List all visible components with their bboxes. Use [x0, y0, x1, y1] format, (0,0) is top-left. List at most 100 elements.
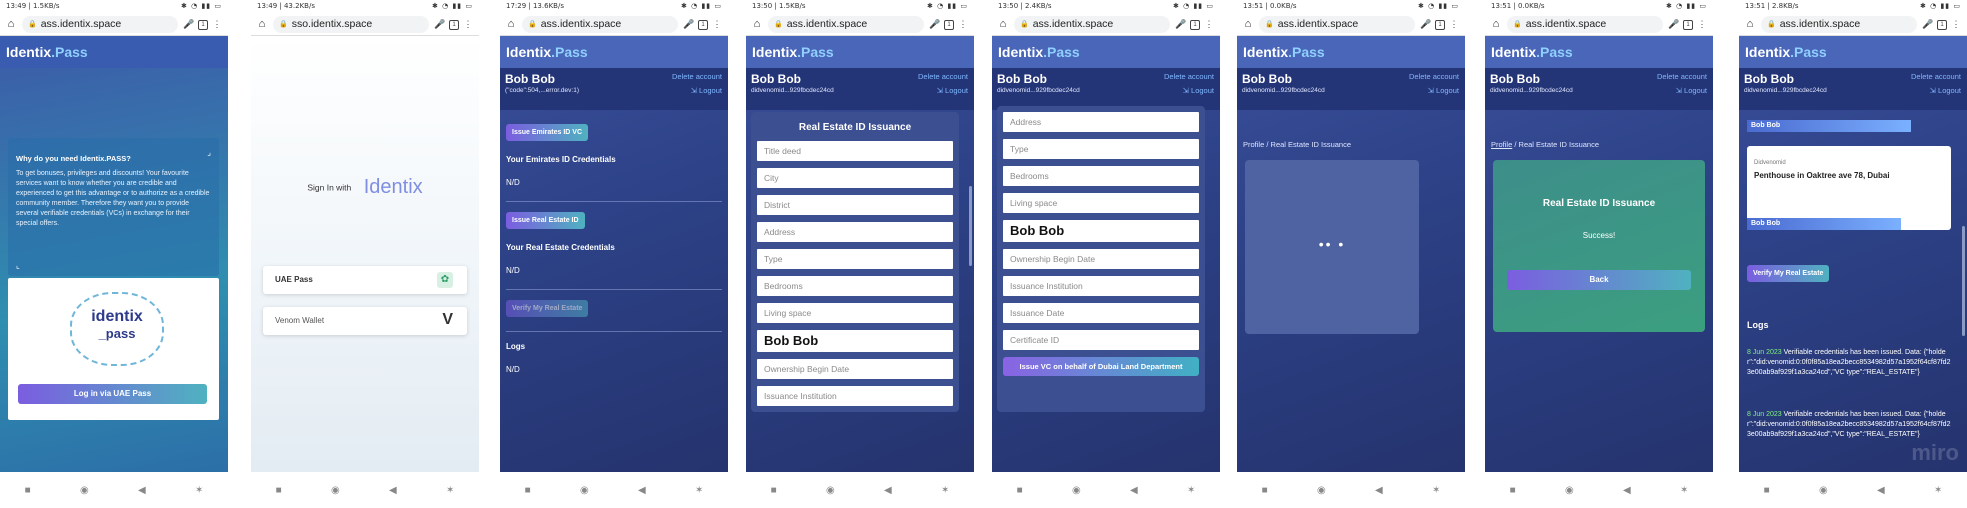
home-icon[interactable]: ⌂: [750, 18, 764, 30]
delete-account-link[interactable]: Delete account: [672, 72, 722, 81]
delete-account-link[interactable]: Delete account: [1164, 72, 1214, 81]
issuance-institution-field[interactable]: Issuance Institution: [1003, 276, 1199, 296]
accessibility-icon[interactable]: ✶: [1680, 485, 1688, 496]
issue-emirates-button[interactable]: Issue Emirates ID VC: [506, 124, 589, 141]
recents-icon[interactable]: ■: [25, 485, 31, 496]
home-icon[interactable]: ⌂: [1743, 18, 1757, 30]
issuance-institution-field[interactable]: Issuance Institution: [757, 386, 953, 406]
tabs-icon[interactable]: 1: [1935, 18, 1949, 30]
ownership-date-field[interactable]: Ownership Begin Date: [1003, 249, 1199, 269]
url-field[interactable]: 🔒 ass.identix.space: [1259, 15, 1415, 33]
back-icon[interactable]: ◀: [1877, 485, 1885, 496]
recents-icon[interactable]: ■: [1017, 485, 1023, 496]
home-nav-icon[interactable]: ◉: [1317, 485, 1326, 496]
home-nav-icon[interactable]: ◉: [331, 485, 340, 496]
breadcrumb-profile[interactable]: Profile: [1243, 140, 1264, 149]
bedrooms-field[interactable]: Bedrooms: [1003, 166, 1199, 186]
home-icon[interactable]: ⌂: [4, 18, 18, 30]
accessibility-icon[interactable]: ✶: [941, 485, 949, 496]
tabs-icon[interactable]: 1: [196, 18, 210, 30]
menu-icon[interactable]: ⋮: [210, 19, 224, 30]
tabs-icon[interactable]: 1: [942, 18, 956, 30]
menu-icon[interactable]: ⋮: [1447, 19, 1461, 30]
scrollbar[interactable]: [1962, 226, 1965, 336]
back-icon[interactable]: ◀: [1130, 485, 1138, 496]
menu-icon[interactable]: ⋮: [710, 19, 724, 30]
back-icon[interactable]: ◀: [1375, 485, 1383, 496]
breadcrumb-profile[interactable]: Profile: [1491, 140, 1512, 149]
title-deed-field[interactable]: Title deed: [757, 141, 953, 161]
back-icon[interactable]: ◀: [638, 485, 646, 496]
credential-card[interactable]: Didvenomid Penthouse in Oaktree ave 78, …: [1747, 146, 1951, 230]
tabs-icon[interactable]: 1: [696, 18, 710, 30]
menu-icon[interactable]: ⋮: [1949, 19, 1963, 30]
delete-account-link[interactable]: Delete account: [1911, 72, 1961, 81]
mic-icon[interactable]: 🎤: [682, 19, 696, 30]
url-field[interactable]: 🔒 ass.identix.space: [1761, 15, 1917, 33]
logout-link[interactable]: ⇲ Logout: [1183, 86, 1214, 95]
address-field[interactable]: Address: [1003, 112, 1199, 132]
issue-vc-button[interactable]: Issue VC on behalf of Dubai Land Departm…: [1003, 357, 1199, 376]
back-button[interactable]: Back: [1507, 270, 1691, 290]
mic-icon[interactable]: 🎤: [1174, 19, 1188, 30]
expand-icon[interactable]: ⌟: [207, 148, 211, 157]
mic-icon[interactable]: 🎤: [182, 19, 196, 30]
recents-icon[interactable]: ■: [1764, 485, 1770, 496]
bedrooms-field[interactable]: Bedrooms: [757, 276, 953, 296]
living-space-field[interactable]: Living space: [757, 303, 953, 323]
type-field[interactable]: Type: [757, 249, 953, 269]
recents-icon[interactable]: ■: [771, 485, 777, 496]
living-space-field[interactable]: Living space: [1003, 193, 1199, 213]
recents-icon[interactable]: ■: [525, 485, 531, 496]
menu-icon[interactable]: ⋮: [1695, 19, 1709, 30]
home-nav-icon[interactable]: ◉: [1072, 485, 1081, 496]
recents-icon[interactable]: ■: [1262, 485, 1268, 496]
owner-name-field[interactable]: Bob Bob: [757, 330, 953, 352]
mic-icon[interactable]: 🎤: [1921, 19, 1935, 30]
tabs-icon[interactable]: 1: [1433, 18, 1447, 30]
tabs-icon[interactable]: 1: [1681, 18, 1695, 30]
url-field[interactable]: 🔒 ass.identix.space: [768, 15, 924, 33]
accessibility-icon[interactable]: ✶: [446, 485, 454, 496]
home-nav-icon[interactable]: ◉: [580, 485, 589, 496]
url-field[interactable]: 🔒 ass.identix.space: [522, 15, 678, 33]
home-icon[interactable]: ⌂: [504, 18, 518, 30]
mic-icon[interactable]: 🎤: [1419, 19, 1433, 30]
issuance-date-field[interactable]: Issuance Date: [1003, 303, 1199, 323]
logout-link[interactable]: ⇲ Logout: [1428, 86, 1459, 95]
home-icon[interactable]: ⌂: [1489, 18, 1503, 30]
home-nav-icon[interactable]: ◉: [826, 485, 835, 496]
issue-real-estate-button[interactable]: Issue Real Estate ID: [506, 212, 585, 229]
owner-name-field[interactable]: Bob Bob: [1003, 220, 1199, 242]
mic-icon[interactable]: 🎤: [928, 19, 942, 30]
delete-account-link[interactable]: Delete account: [918, 72, 968, 81]
address-field[interactable]: Address: [757, 222, 953, 242]
option-venom-wallet[interactable]: Venom Wallet V: [263, 307, 467, 335]
home-nav-icon[interactable]: ◉: [1819, 485, 1828, 496]
option-uae-pass[interactable]: UAE Pass ✿: [263, 266, 467, 294]
verify-real-estate-button[interactable]: Verify My Real Estate: [506, 300, 589, 317]
accessibility-icon[interactable]: ✶: [695, 485, 703, 496]
menu-icon[interactable]: ⋮: [461, 19, 475, 30]
home-icon[interactable]: ⌂: [996, 18, 1010, 30]
url-field[interactable]: 🔒 ass.identix.space: [1014, 15, 1170, 33]
url-field[interactable]: 🔒 ass.identix.space: [22, 15, 178, 33]
back-icon[interactable]: ◀: [884, 485, 892, 496]
home-nav-icon[interactable]: ◉: [80, 485, 89, 496]
accessibility-icon[interactable]: ✶: [1934, 485, 1942, 496]
accessibility-icon[interactable]: ✶: [195, 485, 203, 496]
type-field[interactable]: Type: [1003, 139, 1199, 159]
accessibility-icon[interactable]: ✶: [1187, 485, 1195, 496]
back-icon[interactable]: ◀: [389, 485, 397, 496]
mic-icon[interactable]: 🎤: [1667, 19, 1681, 30]
tabs-icon[interactable]: 1: [447, 18, 461, 30]
verify-real-estate-button[interactable]: Verify My Real Estate: [1747, 265, 1830, 282]
logout-link[interactable]: ⇲ Logout: [937, 86, 968, 95]
login-uae-button[interactable]: Log in via UAE Pass: [18, 384, 207, 404]
url-field[interactable]: 🔒 ass.identix.space: [1507, 15, 1663, 33]
back-icon[interactable]: ◀: [1623, 485, 1631, 496]
scrollbar[interactable]: [969, 186, 972, 266]
ownership-date-field[interactable]: Ownership Begin Date: [757, 359, 953, 379]
url-field[interactable]: 🔒 sso.identix.space: [273, 15, 429, 33]
logout-link[interactable]: ⇲ Logout: [1676, 86, 1707, 95]
